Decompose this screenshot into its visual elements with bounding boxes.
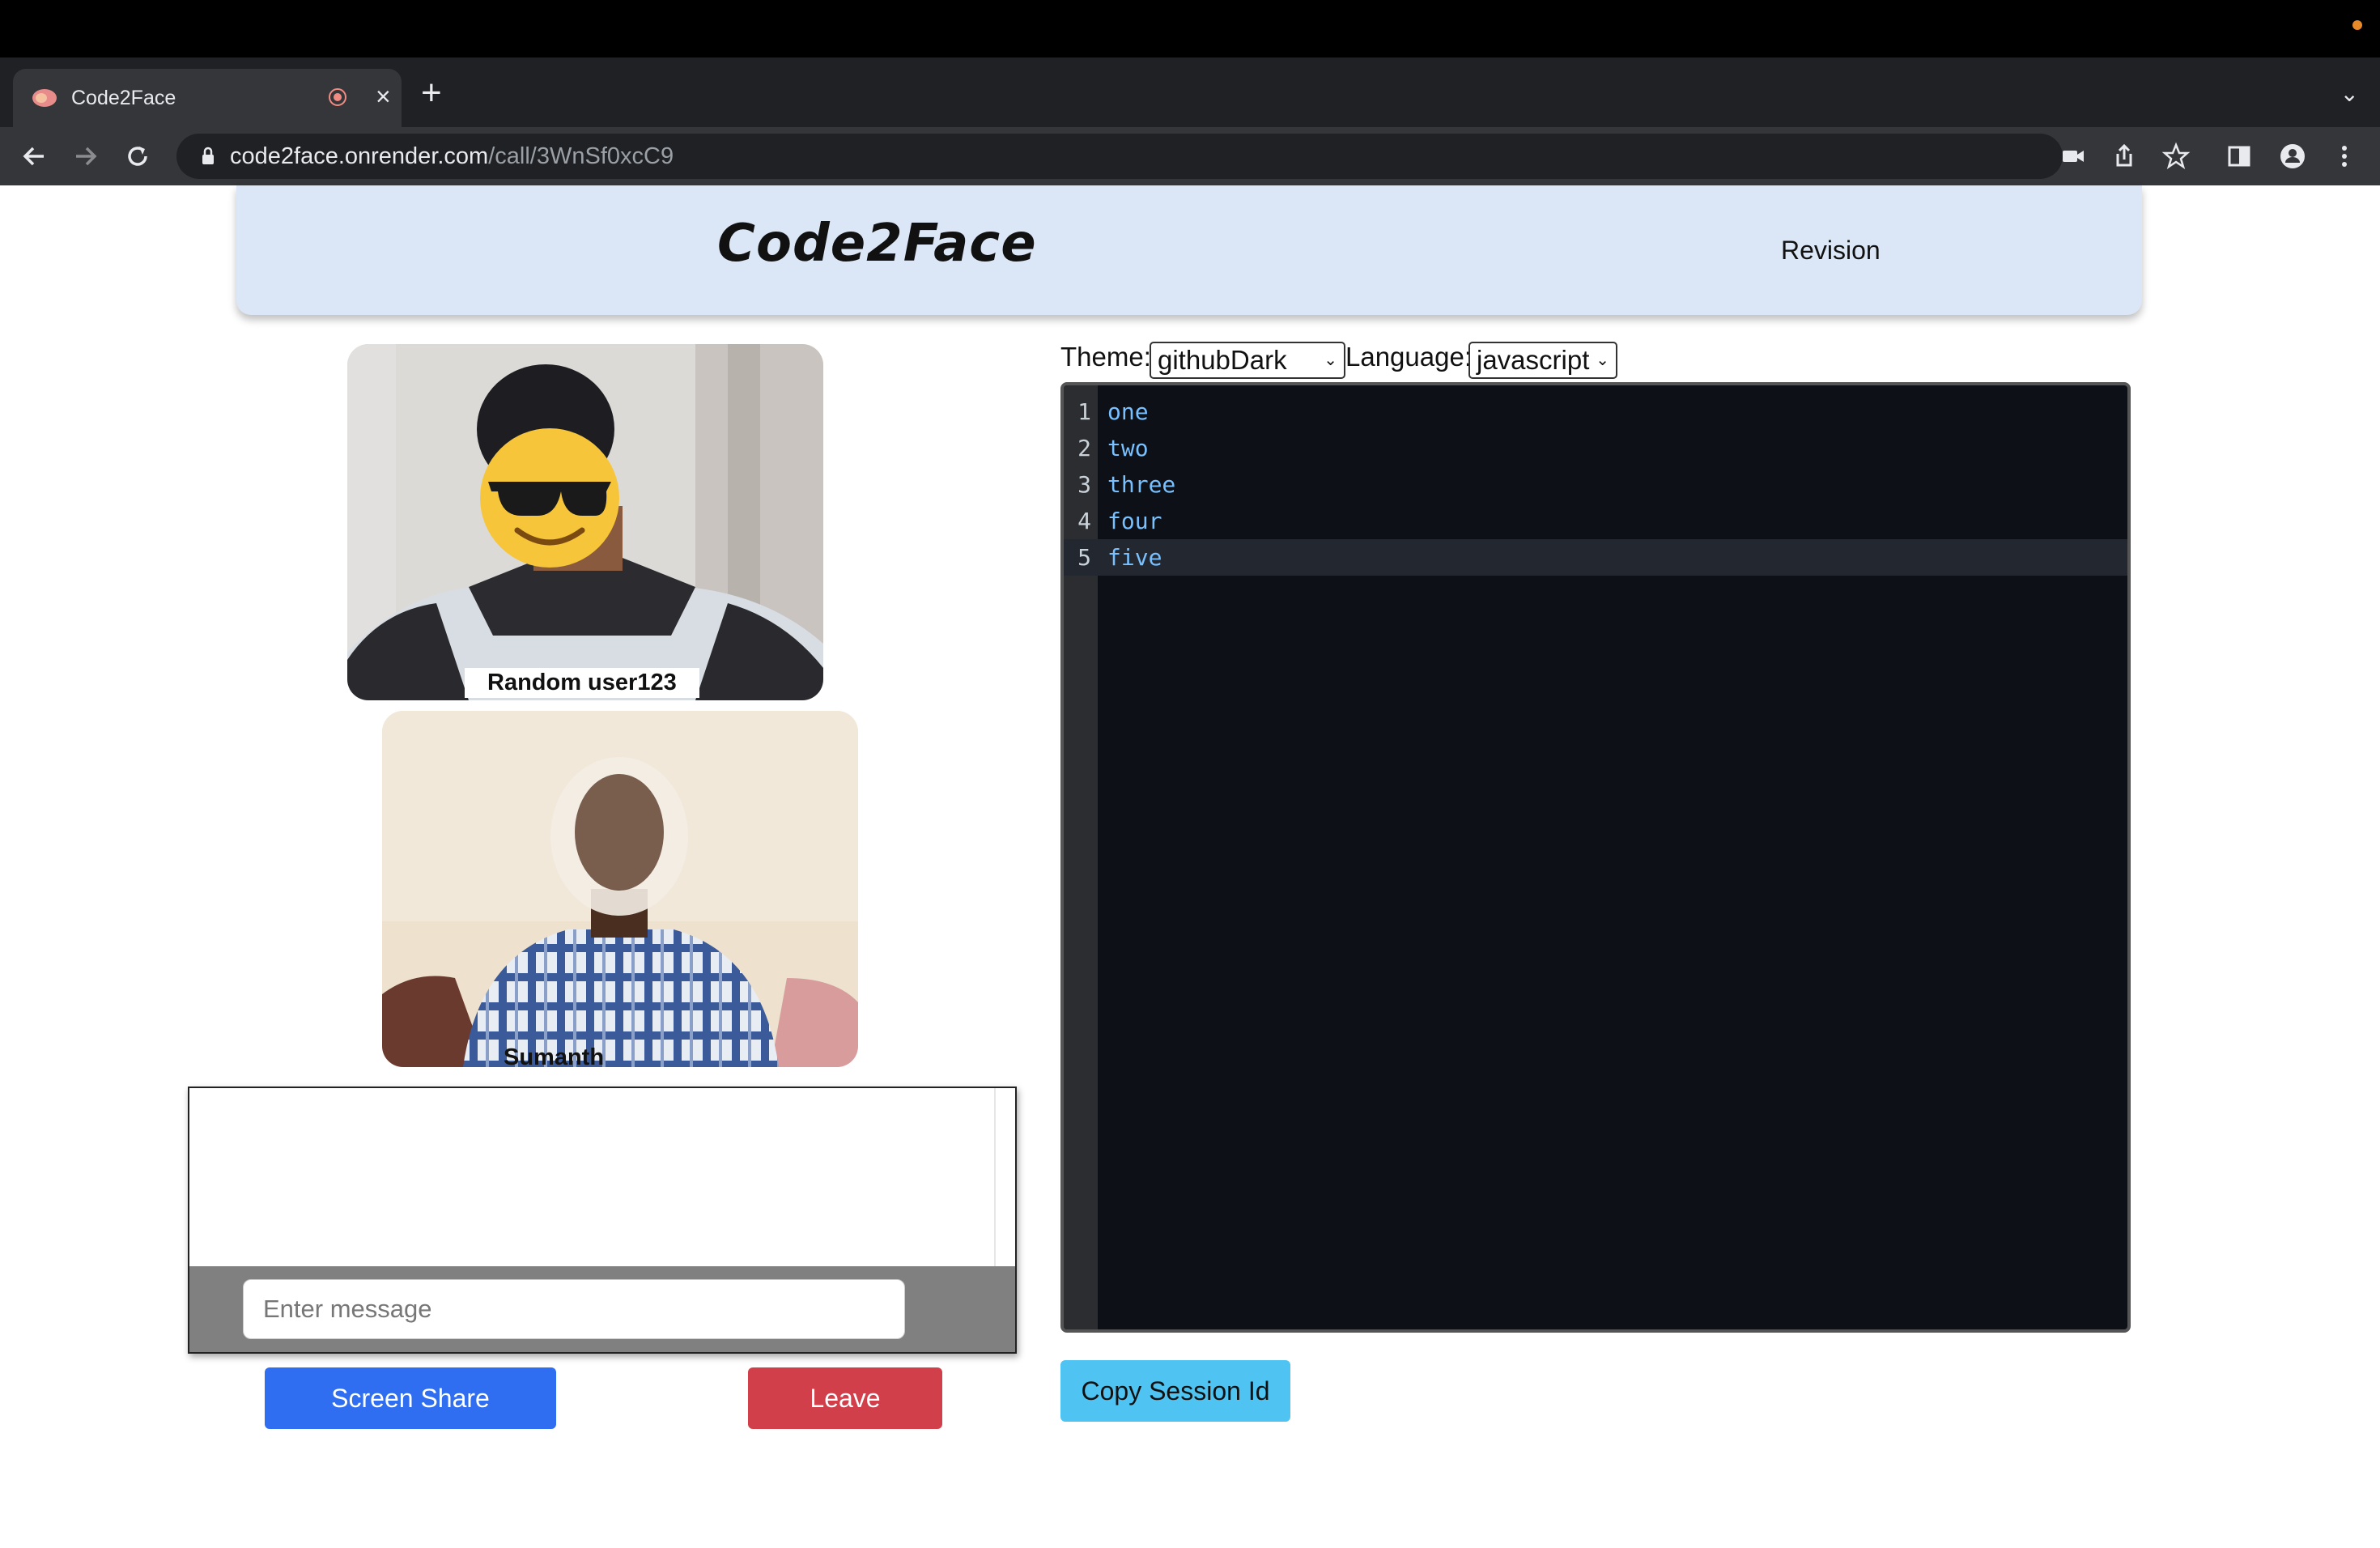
tab-title: Code2Face [71,87,176,109]
video-tile-remote: Random user123 [347,344,823,700]
leave-button[interactable]: Leave [748,1367,942,1429]
profile-icon[interactable] [2276,140,2309,172]
code-text: three [1107,471,1176,498]
code-text: five [1107,544,1162,571]
copy-session-id-button[interactable]: Copy Session Id [1060,1360,1290,1422]
back-icon[interactable] [19,142,49,171]
camera-icon[interactable] [2057,140,2089,172]
theme-label: Theme: [1060,342,1151,372]
message-input[interactable] [243,1279,905,1339]
share-icon[interactable] [2108,140,2140,172]
sunglasses-emoji-icon [480,428,619,568]
tab-strip: Code2Face × + ⌄ [0,57,2380,127]
forward-icon[interactable] [71,142,100,171]
url-text: code2face.onrender.com/call/3WnSf0xcC9 [230,143,674,170]
code-line[interactable]: 4 four [1064,503,2127,539]
code-text: four [1107,508,1162,534]
code-line[interactable]: 2 two [1064,430,2127,466]
code-text: one [1107,398,1149,425]
record-icon [329,88,346,106]
chat-panel [188,1087,1017,1354]
brand-logo[interactable]: Code2Face [717,214,1037,274]
code-editor[interactable]: 1 one 2 two 3 three 4 four 5 five [1060,382,2131,1333]
participant-name: Sumanth [504,1044,605,1067]
line-number: 1 [1077,398,1091,425]
address-bar[interactable]: code2face.onrender.com/call/3WnSf0xcC9 [176,134,2063,179]
menu-icon[interactable] [2328,140,2361,172]
url-path: /call/3WnSf0xcC9 [488,143,674,169]
line-number: 3 [1077,471,1091,498]
chevron-down-icon[interactable]: ⌄ [2340,80,2359,107]
sidepanel-icon[interactable] [2223,140,2255,172]
chevron-down-icon: ⌄ [1324,351,1337,369]
lock-icon [202,147,214,164]
code-line[interactable]: 3 three [1064,466,2127,503]
reload-icon[interactable] [123,142,152,171]
line-number: 5 [1077,544,1091,571]
theme-select[interactable]: githubDark ⌄ [1150,342,1345,379]
language-value: javascript [1477,345,1590,375]
chat-input-bar [189,1266,1015,1352]
status-dot-icon [2352,20,2362,30]
app-header: Code2Face Revision [236,185,2142,315]
revision-link[interactable]: Revision [1781,236,1881,266]
tab-code2face[interactable]: Code2Face × [13,69,402,127]
line-number: 4 [1077,508,1091,534]
system-menu-bar [0,0,2380,57]
screen-share-button[interactable]: Screen Share [265,1367,556,1429]
participant-name: Random user123 [465,668,699,698]
chevron-down-icon: ⌄ [1596,351,1609,369]
browser-toolbar: code2face.onrender.com/call/3WnSf0xcC9 [0,127,2380,185]
favicon-icon [32,89,57,107]
theme-value: githubDark [1158,345,1287,375]
video-tile-local: Sumanth [382,711,858,1067]
video-feed [382,711,858,1067]
new-tab-button[interactable]: + [421,75,442,111]
chat-messages[interactable] [189,1088,996,1266]
code-line-active[interactable]: 5 five [1064,539,2127,576]
language-label: Language: [1345,342,1472,372]
url-host: code2face.onrender.com [230,143,489,169]
code-text: two [1107,435,1149,461]
close-tab-icon[interactable]: × [376,82,391,112]
line-number: 2 [1077,435,1091,461]
language-select[interactable]: javascript ⌄ [1468,342,1617,379]
code-line[interactable]: 1 one [1064,393,2127,430]
star-icon[interactable] [2160,140,2192,172]
